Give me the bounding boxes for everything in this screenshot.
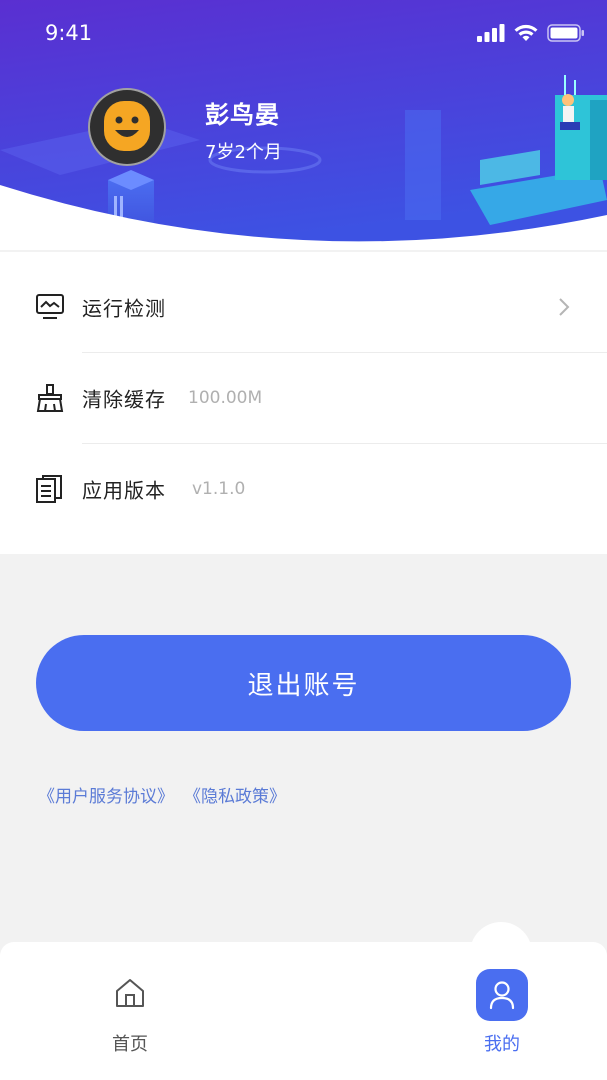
wifi-icon [514, 24, 538, 41]
mine-icon-wrap [476, 969, 528, 1021]
user-age: 7岁2个月 [205, 142, 282, 163]
profile-header: 9:41 彭鸟晏 7岁2个月 [0, 0, 607, 250]
settings-menu: 运行检测 清除缓存 100.00M 应用版本 v1.1.0 [0, 252, 607, 554]
menu-label-app-version: 应用版本 [82, 478, 166, 503]
signal-icon [477, 24, 505, 42]
tab-mine-label: 我的 [484, 1034, 520, 1055]
cache-size-value: 100.00M [188, 388, 263, 408]
tab-home[interactable]: 首页 [70, 942, 190, 1080]
menu-item-run-check[interactable]: 运行检测 [0, 262, 607, 352]
legal-links: 《用户服务协议》 《隐私政策》 [38, 782, 286, 807]
status-icons [477, 24, 585, 42]
menu-label-run-check: 运行检测 [82, 296, 166, 321]
status-time: 9:41 [45, 21, 93, 45]
avatar[interactable] [88, 88, 166, 166]
home-icon [116, 979, 144, 1007]
user-icon [489, 981, 515, 1010]
status-bar: 9:41 [0, 0, 607, 70]
document-icon [36, 475, 62, 503]
chevron-right-icon [559, 298, 570, 316]
tab-mine[interactable]: 我的 [442, 942, 562, 1080]
battery-icon [547, 24, 584, 42]
smiley-avatar-icon [104, 101, 150, 151]
menu-item-clear-cache[interactable]: 清除缓存 100.00M [0, 353, 607, 443]
broom-icon [36, 384, 64, 412]
privacy-policy-link[interactable]: 《隐私政策》 [184, 782, 286, 807]
menu-item-app-version[interactable]: 应用版本 v1.1.0 [0, 444, 607, 534]
menu-label-clear-cache: 清除缓存 [82, 387, 166, 412]
user-agreement-link[interactable]: 《用户服务协议》 [38, 782, 174, 807]
app-version-value: v1.1.0 [192, 479, 246, 499]
monitor-icon [36, 294, 64, 319]
bottom-tabbar: 首页 我的 [0, 942, 607, 1080]
user-name: 彭鸟晏 [205, 101, 280, 129]
tab-home-label: 首页 [112, 1034, 148, 1055]
logout-button[interactable]: 退出账号 [36, 635, 571, 731]
